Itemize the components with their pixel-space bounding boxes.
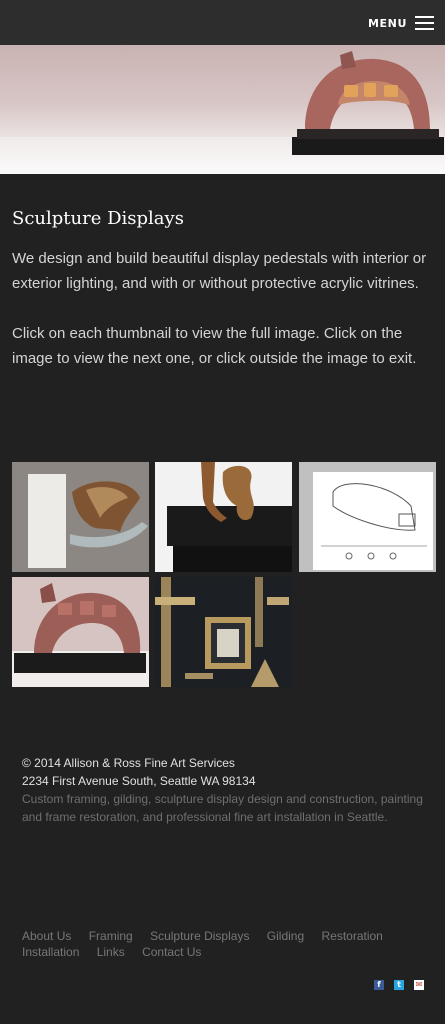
footer-link-framing[interactable]: Framing <box>89 929 133 943</box>
gallery-thumbnail[interactable] <box>155 462 292 572</box>
email-icon[interactable]: ✉ <box>414 980 424 990</box>
footer-nav: About Us Framing Sculpture Displays Gild… <box>22 928 437 960</box>
menu-button[interactable]: MENU <box>368 13 434 33</box>
menu-label: MENU <box>368 16 407 30</box>
twitter-icon[interactable]: t <box>394 980 404 990</box>
gallery-thumbnail[interactable] <box>299 462 436 572</box>
gallery-thumbnail[interactable] <box>12 462 149 572</box>
gallery-thumbnail[interactable] <box>12 577 149 687</box>
footer-link-restoration[interactable]: Restoration <box>321 929 382 943</box>
footer-link-links[interactable]: Links <box>97 945 125 959</box>
sculpture-on-pedestal-image <box>292 51 444 155</box>
hero-image <box>0 45 445 174</box>
footer-description: Custom framing, gilding, sculpture displ… <box>22 792 423 824</box>
gallery-thumbnail[interactable] <box>155 577 292 687</box>
page-description: We design and build beautiful display pe… <box>12 250 427 292</box>
footer-link-gilding[interactable]: Gilding <box>267 929 304 943</box>
pedestal-design-drawing-image <box>299 462 436 572</box>
facebook-icon[interactable]: f <box>374 980 384 990</box>
footer-link-about-us[interactable]: About Us <box>22 929 71 943</box>
page-title: Sculpture Displays <box>12 208 184 229</box>
carved-sculpture-on-pedestal-image <box>12 577 149 687</box>
footer-link-sculpture-displays[interactable]: Sculpture Displays <box>150 929 249 943</box>
footer-copyright: © 2014 Allison & Ross Fine Art Services <box>22 756 235 770</box>
hamburger-icon <box>415 16 434 30</box>
gilded-frame-samples-image <box>155 577 292 687</box>
top-bar: MENU <box>0 0 445 45</box>
gallery-instructions: Click on each thumbnail to view the full… <box>12 325 417 367</box>
footer-link-installation[interactable]: Installation <box>22 945 79 959</box>
footer-address: 2234 First Avenue South, Seattle WA 9813… <box>22 774 256 788</box>
footer-link-contact-us[interactable]: Contact Us <box>142 945 201 959</box>
bronze-figure-on-black-pedestal-image <box>155 462 292 572</box>
bronze-sculpture-on-acrylic-base-image <box>12 462 149 572</box>
